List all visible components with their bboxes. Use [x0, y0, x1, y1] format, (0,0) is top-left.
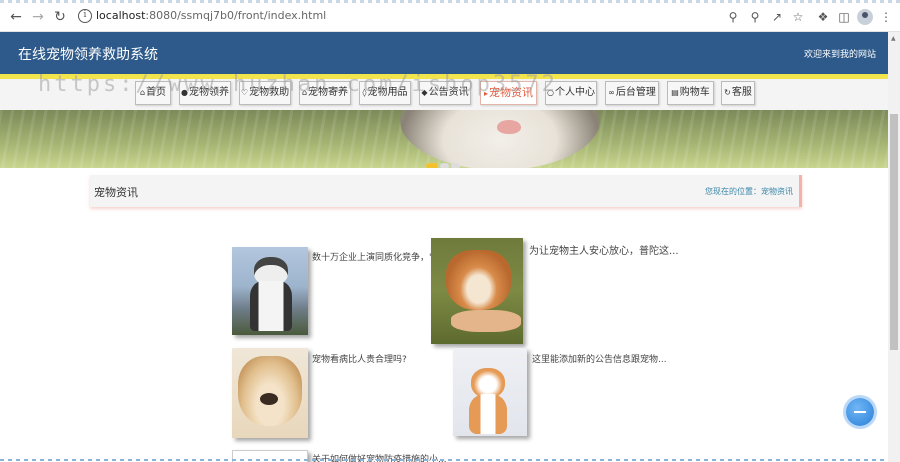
- star-icon[interactable]: ☆: [790, 9, 806, 25]
- house-icon: ⌂: [301, 88, 308, 97]
- banner-carousel[interactable]: [0, 110, 888, 168]
- nav-label: 客服: [731, 87, 752, 98]
- nav-label: 宠物救助: [249, 87, 290, 98]
- share-icon[interactable]: ↗: [769, 9, 785, 25]
- chat-icon: ↻: [724, 88, 731, 97]
- nav-item-foster[interactable]: ⌂宠物寄养: [299, 81, 351, 105]
- back-icon[interactable]: ←: [8, 9, 24, 25]
- carousel-dot-3[interactable]: [451, 163, 460, 168]
- nav-label: 宠物资讯: [489, 86, 533, 99]
- carousel-dot-2[interactable]: [440, 163, 449, 168]
- carousel-indicators: [426, 154, 462, 168]
- extension-icon[interactable]: ❖: [815, 9, 831, 25]
- reload-icon[interactable]: ↻: [52, 9, 68, 25]
- paw-icon: ●: [181, 88, 188, 97]
- section-header: 宠物资讯 您现在的位置：宠物资讯: [90, 175, 802, 207]
- link-icon: ∞: [608, 88, 615, 97]
- back-to-top-button[interactable]: [846, 398, 874, 426]
- nav-label: 首页: [146, 87, 167, 98]
- news-image-kitten[interactable]: [453, 348, 527, 436]
- scrollbar-thumb[interactable]: [890, 114, 898, 350]
- nav-item-rescue[interactable]: ♡宠物救助: [239, 81, 291, 105]
- banner-cat-nose: [497, 120, 521, 134]
- forward-icon[interactable]: →: [30, 9, 46, 25]
- news-title[interactable]: 为让宠物主人安心放心，普陀这...: [529, 242, 679, 257]
- scroll-up-icon[interactable]: ▲: [891, 35, 896, 42]
- sidepanel-icon[interactable]: ◫: [836, 9, 852, 25]
- nav-item-profile[interactable]: ○个人中心: [545, 81, 597, 105]
- address-bar[interactable]: i localhost:8080/ssmqj7b0/front/index.ht…: [76, 6, 716, 28]
- welcome-text: 欢迎来到我的网站: [803, 50, 876, 60]
- cart-icon: ▤: [671, 88, 679, 97]
- nav-item-supplies[interactable]: ◊宠物用品: [359, 81, 411, 105]
- nav-label: 宠物用品: [367, 87, 408, 98]
- nav-label: 宠物领养: [188, 87, 229, 98]
- zoom-icon[interactable]: ⚲: [747, 9, 763, 25]
- nav-label: 宠物寄养: [308, 87, 349, 98]
- news-image-labrador[interactable]: [232, 348, 308, 438]
- page-scrollbar[interactable]: ▲: [888, 32, 900, 462]
- nav-item-cart[interactable]: ▤购物车: [667, 81, 714, 105]
- url-path: :8080/ssmqj7b0/front/index.html: [145, 9, 327, 22]
- site-title: 在线宠物领养救助系统: [18, 47, 158, 63]
- main-nav: ⌂首页 ●宠物领养 ♡宠物救助 ⌂宠物寄养 ◊宠物用品 ◆公告资讯 ▸宠物资讯 …: [0, 79, 888, 110]
- browser-toolbar: ← → ↻ i localhost:8080/ssmqj7b0/front/in…: [0, 0, 900, 32]
- news-title[interactable]: 这里能添加新的公告信息跟宠物...: [532, 352, 667, 365]
- nav-label: 个人中心: [554, 87, 595, 98]
- bell-icon: ◆: [421, 88, 428, 97]
- user-icon: ○: [547, 88, 554, 97]
- site-header: 在线宠物领养救助系统 欢迎来到我的网站: [0, 32, 888, 74]
- news-title[interactable]: 数十万企业上演同质化竞争，"宠: [312, 250, 442, 263]
- key-icon[interactable]: ⚲: [725, 9, 741, 25]
- nav-label: 公告资讯: [428, 87, 469, 98]
- bag-icon: ◊: [362, 88, 367, 97]
- url-text[interactable]: localhost:8080/ssmqj7b0/front/index.html: [96, 9, 326, 22]
- page-viewport: 在线宠物领养救助系统 欢迎来到我的网站 ⌂首页 ●宠物领养 ♡宠物救助 ⌂宠物寄…: [0, 32, 888, 462]
- carousel-dot-1[interactable]: [426, 163, 438, 168]
- home-icon: ⌂: [139, 88, 146, 97]
- nav-item-notices[interactable]: ◆公告资讯: [419, 81, 471, 105]
- menu-icon[interactable]: ⋮: [878, 9, 894, 25]
- section-title: 宠物资讯: [94, 186, 138, 199]
- url-host: localhost: [96, 9, 146, 22]
- tab-strip: [0, 0, 900, 3]
- site-info-icon[interactable]: i: [78, 9, 92, 23]
- heart-icon: ♡: [240, 88, 249, 97]
- profile-icon[interactable]: [857, 9, 873, 25]
- news-icon: ▸: [483, 89, 488, 98]
- breadcrumb[interactable]: 您现在的位置：宠物资讯: [705, 186, 793, 197]
- bottom-border: [0, 459, 888, 461]
- news-image-husky[interactable]: [232, 247, 308, 335]
- news-image-akita[interactable]: [431, 238, 523, 344]
- nav-item-service[interactable]: ↻客服: [721, 81, 755, 105]
- nav-item-adoption[interactable]: ●宠物领养: [179, 81, 231, 105]
- nav-label: 后台管理: [615, 87, 656, 98]
- nav-item-home[interactable]: ⌂首页: [135, 81, 171, 105]
- news-title[interactable]: 宠物看病比人贵合理吗?: [312, 352, 407, 365]
- nav-label: 购物车: [679, 87, 710, 98]
- nav-item-admin[interactable]: ∞后台管理: [605, 81, 659, 105]
- nav-item-pet-news[interactable]: ▸宠物资讯: [480, 81, 537, 105]
